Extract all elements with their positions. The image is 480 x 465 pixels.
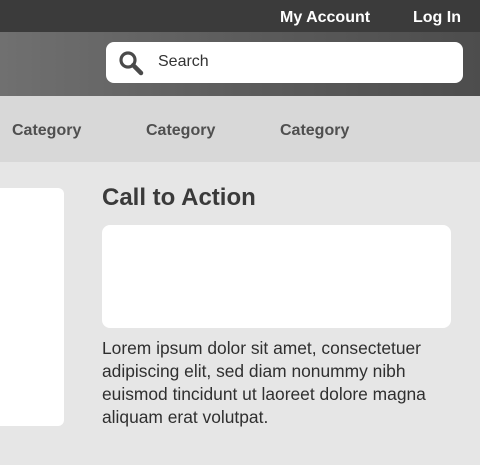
side-content-panel [0,188,64,426]
cta-content-box[interactable] [102,225,451,328]
top-nav-bar: My Account Log In [0,0,480,32]
cta-body-text: Lorem ipsum dolor sit amet, consectetuer… [102,338,426,427]
search-box[interactable] [106,42,463,83]
category-link[interactable]: Category [146,96,215,162]
category-link[interactable]: Category [280,96,349,162]
log-in-link[interactable]: Log In [413,0,461,32]
cta-heading: Call to Action [102,184,256,211]
search-bar [0,32,480,96]
search-input[interactable] [158,47,448,77]
category-link[interactable]: Category [12,96,81,162]
my-account-link[interactable]: My Account [280,0,370,32]
search-icon[interactable] [118,50,144,76]
category-nav: Category Category Category [0,96,480,162]
